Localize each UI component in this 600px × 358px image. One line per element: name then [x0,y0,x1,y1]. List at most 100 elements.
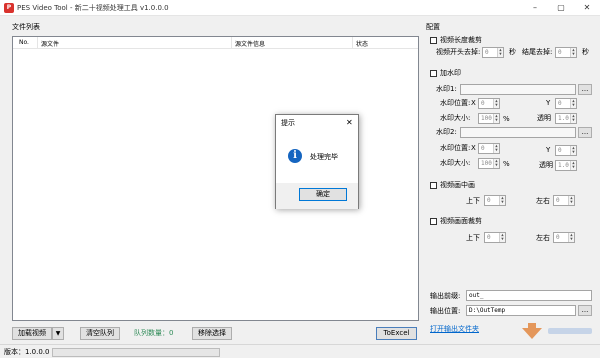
watermark1-position-label: 水印位置: [440,99,471,107]
stepper-arrows-icon[interactable]: ▲ ▼ [570,146,576,155]
col-header-source[interactable]: 源文件 [41,39,59,48]
watermark1-path-input[interactable] [460,84,576,95]
watermark1-alpha-stepper[interactable]: 1.0 ▲ ▼ [555,113,577,124]
col-header-status[interactable]: 状态 [356,39,368,48]
stepper-arrows-icon[interactable]: ▲ ▼ [570,99,576,108]
add-video-dropdown[interactable]: ▼ [52,327,64,340]
pip-label: 视频画中画 [440,181,475,189]
output-dir-label: 输出位置: [430,307,461,315]
trim-start-label: 视频开头去掉: [436,48,481,56]
output-dir-input[interactable]: D:\OutTemp [466,305,576,316]
col-header-no[interactable]: No. [19,39,29,46]
watermark2-size-label: 水印大小: [440,159,471,167]
pip-leftright-stepper[interactable]: 0 ▲ ▼ [553,195,575,206]
status-bar: 版本：1.0.0.0 [0,344,600,358]
crop-leftright-label: 左右 [536,234,550,242]
maximize-button[interactable]: ▢ [548,0,574,15]
open-output-folder-link[interactable]: 打开输出文件夹 [430,324,479,334]
title-bar: P PES Video Tool - 新二十视频处理工具 v1.0.0.0 – … [0,0,600,16]
crop-checkbox[interactable] [430,218,437,225]
column-separator[interactable] [231,37,232,49]
pip-updown-stepper[interactable]: 0 ▲ ▼ [484,195,506,206]
crop-leftright-stepper[interactable]: 0 ▲ ▼ [553,232,575,243]
progress-bar [52,348,220,357]
stepper-arrows-icon[interactable]: ▲ ▼ [570,114,576,123]
trim-checkbox[interactable] [430,37,437,44]
file-list-header: No. 源文件 源文件信息 状态 [13,37,418,49]
watermark2-size-stepper[interactable]: 100 ▲ ▼ [478,158,500,169]
watermark2-alpha-label: 透明 [539,161,553,169]
close-window-button[interactable]: ✕ [574,0,600,15]
version-label: 版本：1.0.0.0 [4,348,50,356]
stepper-arrows-icon[interactable]: ▲ ▼ [497,48,503,57]
trim-start-stepper[interactable]: 0 ▲ ▼ [482,47,504,58]
sec-unit-label: 秒 [582,48,589,56]
watermark2-x-stepper[interactable]: 0 ▲ ▼ [478,143,500,154]
site-logo-icon [522,323,592,339]
stepper-arrows-icon[interactable]: ▲ ▼ [493,144,499,153]
dialog-title: 提示 [281,119,295,127]
y-label: Y [546,99,551,107]
trim-label: 视频长度裁剪 [440,36,482,44]
pip-updown-label: 上下 [466,197,480,205]
percent-label: % [503,160,510,168]
dialog-ok-button[interactable]: 确定 [299,188,347,201]
crop-label: 视频画面裁剪 [440,217,482,225]
y-label: Y [546,146,551,154]
crop-updown-stepper[interactable]: 0 ▲ ▼ [484,232,506,243]
file-list-label: 文件列表 [12,23,40,31]
dialog-message: 处理完毕 [310,153,338,161]
trim-end-label: 结尾去掉: [522,48,553,56]
crop-updown-label: 上下 [466,234,480,242]
watermark-checkbox[interactable] [430,70,437,77]
dialog-close-icon[interactable]: ✕ [346,118,353,127]
x-label: X [471,144,476,152]
percent-label: % [503,115,510,123]
x-label: X [471,99,476,107]
pip-leftright-label: 左右 [536,197,550,205]
pip-checkbox[interactable] [430,182,437,189]
queue-count: 队列数量：0 [134,329,174,337]
watermark2-alpha-stepper[interactable]: 1.0 ▲ ▼ [555,160,577,171]
stepper-arrows-icon[interactable]: ▲ ▼ [499,196,505,205]
stepper-arrows-icon[interactable]: ▲ ▼ [493,114,499,123]
watermark1-alpha-label: 透明 [537,114,551,122]
watermark2-position-label: 水印位置: [440,144,471,152]
clear-queue-button[interactable]: 清空队列 [80,327,120,340]
column-separator[interactable] [37,37,38,49]
watermark2-y-stepper[interactable]: 0 ▲ ▼ [555,145,577,156]
message-dialog: 提示 ✕ i 处理完毕 确定 [275,114,359,209]
stepper-arrows-icon[interactable]: ▲ ▼ [493,159,499,168]
watermark-label: 加水印 [440,69,461,77]
watermark1-size-stepper[interactable]: 100 ▲ ▼ [478,113,500,124]
dialog-title-bar: 提示 ✕ [276,115,358,129]
stepper-arrows-icon[interactable]: ▲ ▼ [568,233,574,242]
watermark1-browse-button[interactable]: ... [578,84,592,95]
to-excel-button[interactable]: ToExcel [376,327,417,340]
info-icon: i [288,149,302,163]
watermark1-x-stepper[interactable]: 0 ▲ ▼ [478,98,500,109]
minimize-button[interactable]: – [522,0,548,15]
stepper-arrows-icon[interactable]: ▲ ▼ [493,99,499,108]
watermark2-browse-button[interactable]: ... [578,127,592,138]
add-video-button[interactable]: 加载视频 [12,327,52,340]
trim-end-stepper[interactable]: 0 ▲ ▼ [555,47,577,58]
stepper-arrows-icon[interactable]: ▲ ▼ [499,233,505,242]
app-icon: P [4,3,14,13]
output-prefix-label: 输出前缀: [430,292,461,300]
output-prefix-input[interactable]: out_ [466,290,592,301]
config-label: 配置 [426,23,440,31]
watermark2-label: 水印2: [436,128,457,136]
stepper-arrows-icon[interactable]: ▲ ▼ [568,196,574,205]
watermark2-path-input[interactable] [460,127,576,138]
stepper-arrows-icon[interactable]: ▲ ▼ [570,48,576,57]
column-separator[interactable] [352,37,353,49]
stepper-arrows-icon[interactable]: ▲ ▼ [570,161,576,170]
remove-selected-button[interactable]: 移除选择 [192,327,232,340]
window-title: PES Video Tool - 新二十视频处理工具 v1.0.0.0 [17,4,169,12]
watermark1-y-stepper[interactable]: 0 ▲ ▼ [555,98,577,109]
watermark1-size-label: 水印大小: [440,114,471,122]
dialog-footer: 确定 [276,183,358,209]
output-dir-browse-button[interactable]: ... [578,305,592,316]
col-header-info[interactable]: 源文件信息 [235,39,265,48]
